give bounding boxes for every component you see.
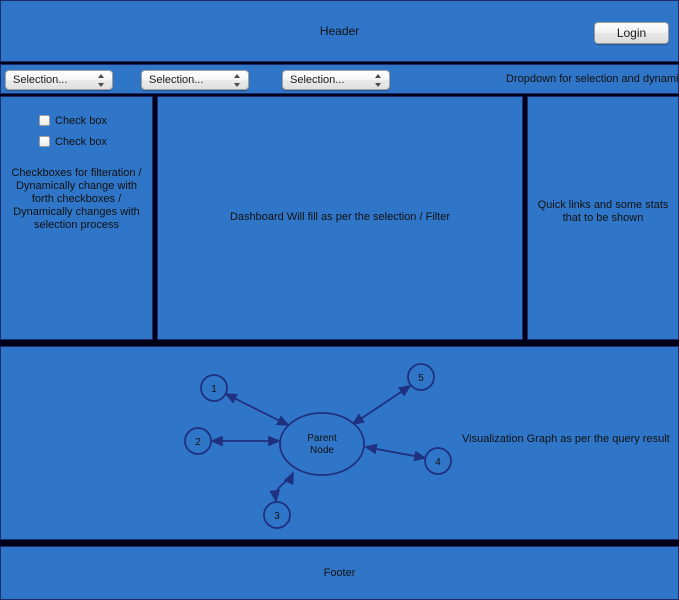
graph-diagram: Parent Node 1 2 3 4 5 xyxy=(184,363,452,529)
app-window: Header Login Selection... Selection... S… xyxy=(0,0,679,600)
graph-node-1-label: 1 xyxy=(211,384,217,395)
graph-node-parent-label-1: Parent xyxy=(307,433,337,444)
footer-panel: Footer xyxy=(0,546,679,600)
graph-node-2-label: 2 xyxy=(195,437,201,448)
edge-5-parent xyxy=(351,385,412,425)
edge-3-parent xyxy=(269,471,294,503)
visualization-panel-caption: Visualization Graph as per the query res… xyxy=(462,433,670,445)
graph-node-parent[interactable]: Parent Node xyxy=(279,412,365,476)
edge-4-parent xyxy=(364,443,427,462)
graph-node-3-label: 3 xyxy=(274,511,280,522)
edge-1-parent xyxy=(224,393,290,426)
graph-node-3[interactable]: 3 xyxy=(263,501,291,529)
graph-node-5-label: 5 xyxy=(418,373,424,384)
graph-node-1[interactable]: 1 xyxy=(200,374,228,402)
graph-node-5[interactable]: 5 xyxy=(407,363,435,391)
graph-node-4-label: 4 xyxy=(435,457,441,468)
graph-node-parent-label-2: Node xyxy=(310,445,334,456)
graph-node-2[interactable]: 2 xyxy=(184,427,212,455)
graph-node-4[interactable]: 4 xyxy=(424,447,452,475)
footer-title: Footer xyxy=(323,567,356,579)
